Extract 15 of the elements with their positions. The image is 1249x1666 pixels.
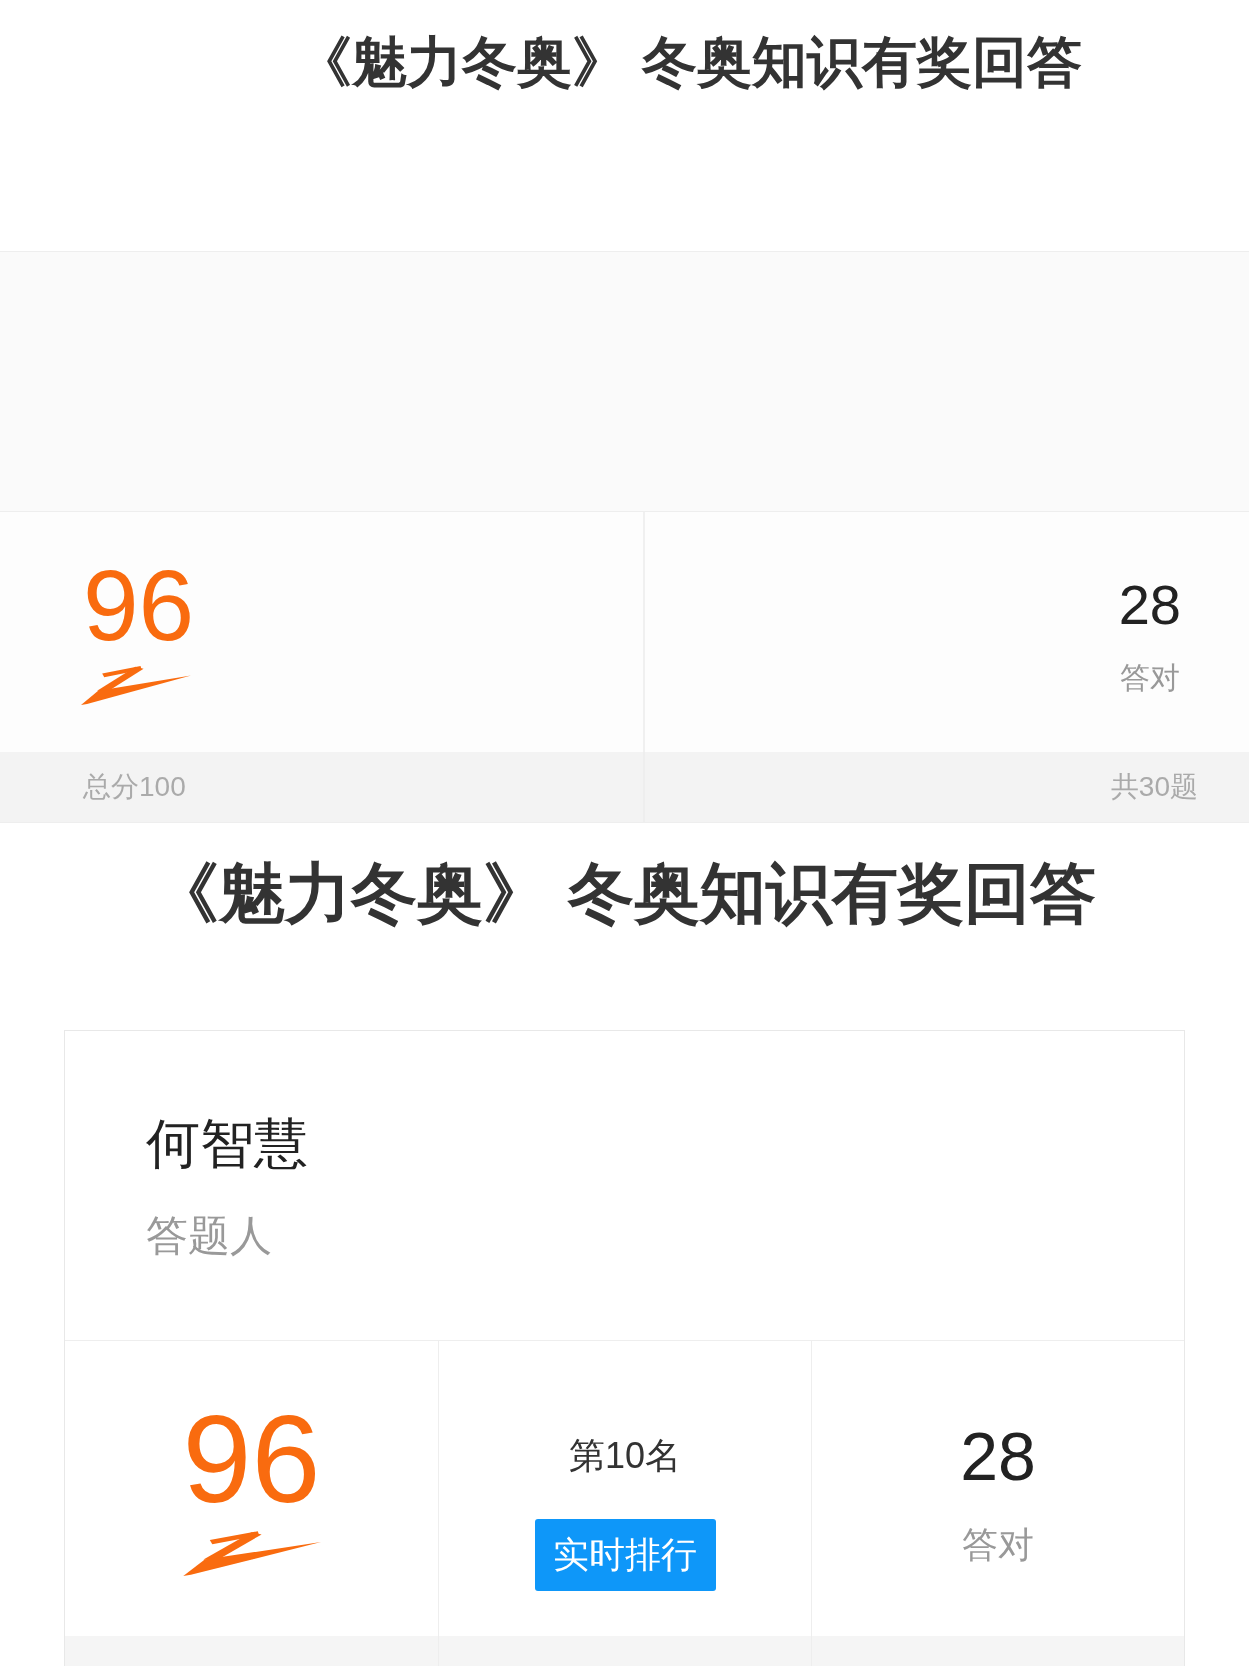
correct-label: 答对	[1119, 660, 1180, 696]
respondent-name: 何智慧	[146, 1112, 308, 1175]
quiz-title: 《魅力冬奥》 冬奥知识有奖回答	[153, 855, 1096, 932]
correct-count: 28	[960, 1422, 1036, 1490]
live-ranking-button[interactable]: 实时排行	[534, 1519, 716, 1591]
score-value: 96	[182, 1397, 321, 1521]
score-value: 96	[83, 555, 195, 655]
swoosh-icon	[182, 1529, 321, 1577]
correct-label: 答对	[962, 1523, 1034, 1567]
correct-count: 28	[1118, 577, 1181, 633]
respondent-label: 答题人	[146, 1211, 272, 1261]
total-score-text: 总分100	[83, 770, 186, 804]
page-title: 《魅力冬奥》 冬奥知识有奖回答	[297, 30, 1083, 94]
rank-text: 第10名	[568, 1434, 681, 1478]
question-total-text: 共30题	[1110, 770, 1198, 804]
